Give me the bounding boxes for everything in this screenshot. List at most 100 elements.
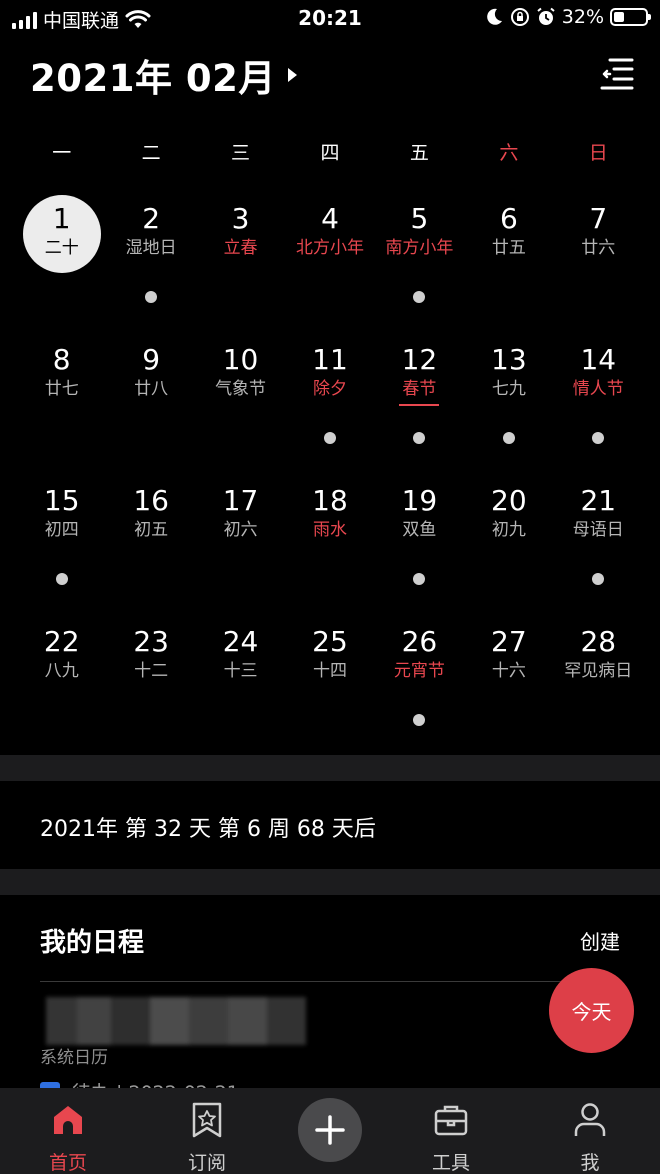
event-dot (413, 432, 426, 444)
day-cell[interactable]: 24 十三 (196, 613, 285, 754)
day-cell[interactable]: 14 情人节 (554, 331, 643, 472)
home-icon (54, 1106, 82, 1134)
day-number: 26 (401, 625, 438, 658)
lunar-label: 初五 (134, 520, 169, 540)
day-number: 23 (133, 625, 169, 658)
day-cell[interactable]: 26 元宵节 (375, 613, 464, 754)
battery-fill (614, 12, 624, 22)
rotation-lock-icon (510, 8, 529, 26)
day-number: 20 (491, 484, 527, 517)
plus-icon (315, 1115, 345, 1145)
day-cell[interactable]: 8 廿七 (17, 331, 106, 472)
event-dot (592, 432, 605, 444)
day-number: 17 (222, 484, 259, 517)
day-cell[interactable]: 7 廿六 (554, 190, 643, 331)
day-cell[interactable]: 17 初六 (196, 472, 285, 613)
day-cell[interactable]: 2 湿地日 (106, 190, 195, 331)
tab-home[interactable]: 首页 (8, 1088, 128, 1174)
day-number: 10 (222, 343, 259, 376)
tab-tools[interactable]: 工具 (391, 1088, 511, 1174)
tab-me[interactable]: 我 (530, 1088, 650, 1174)
day-cell[interactable]: 5 南方小年 (375, 190, 464, 331)
day-number: 13 (491, 343, 527, 376)
day-cell[interactable]: 22 八九 (17, 613, 106, 754)
day-cell[interactable]: 4 北方小年 (285, 190, 374, 331)
day-number: 22 (43, 625, 80, 658)
moon-icon (486, 8, 502, 25)
create-button[interactable]: 创建 (580, 926, 620, 955)
add-button[interactable] (298, 1098, 362, 1162)
day-number: 4 (321, 202, 339, 235)
weekday-label: 一 (52, 142, 72, 164)
day-number: 6 (499, 202, 518, 235)
day-number: 12 (401, 343, 438, 376)
day-cell[interactable]: 13 七九 (464, 331, 553, 472)
today-button[interactable]: 今天 (549, 968, 634, 1053)
day-cell[interactable]: 21 母语日 (554, 472, 643, 613)
lunar-label: 初六 (223, 520, 258, 540)
day-cell[interactable]: 12 春节 (375, 331, 464, 472)
calendar-grid: 1 二十 2 湿地日 3 立春 4 北方小年 5 南方小年 6 廿五 7 廿六 8 廿七 9 廿八 10 气象节 11 除… (17, 190, 643, 754)
lunar-label: 南方小年 (385, 238, 454, 258)
day-cell[interactable]: 19 双鱼 (375, 472, 464, 613)
lunar-label: 元宵节 (393, 661, 445, 681)
lunar-label: 双鱼 (402, 520, 437, 540)
day-info: 2021年 第 32 天 第 6 周 68 天后 (40, 817, 376, 842)
blurred-event-title[interactable] (46, 997, 306, 1045)
event-dot (323, 432, 336, 444)
event-dot (55, 573, 68, 585)
day-cell[interactable]: 9 廿八 (106, 331, 195, 472)
day-cell[interactable]: 16 初五 (106, 472, 195, 613)
calendar-source: 系统日历 (40, 1048, 108, 1068)
lunar-label: 十六 (491, 661, 526, 681)
alarm-icon (537, 7, 555, 25)
day-number: 24 (222, 625, 259, 658)
weekday-label: 四 (320, 142, 340, 164)
weekday-label: 五 (409, 142, 429, 164)
day-cell[interactable]: 10 气象节 (196, 331, 285, 472)
tab-label: 首页 (48, 1152, 87, 1174)
day-cell[interactable]: 23 十二 (106, 613, 195, 754)
weekday-header: 一二三四五六日 (17, 138, 643, 165)
lunar-label: 十四 (312, 661, 347, 681)
triangle-right-icon[interactable] (287, 68, 297, 82)
lunar-label: 除夕 (312, 379, 347, 399)
lunar-label: 十三 (223, 661, 258, 681)
day-number: 11 (312, 343, 348, 376)
tab-subscribe[interactable]: 订阅 (147, 1088, 267, 1174)
event-dot (413, 291, 426, 303)
day-number: 18 (312, 484, 348, 517)
day-number: 21 (580, 484, 617, 517)
day-cell[interactable]: 1 二十 (17, 190, 106, 331)
lunar-label: 八九 (44, 661, 79, 681)
schedule-divider (40, 981, 620, 982)
day-number: 5 (410, 202, 429, 235)
day-number: 19 (401, 484, 438, 517)
menu-collapse-icon[interactable] (600, 56, 634, 92)
lunar-label: 母语日 (572, 520, 624, 540)
day-number: 28 (580, 625, 617, 658)
day-cell[interactable]: 6 廿五 (464, 190, 553, 331)
battery-icon (610, 8, 651, 26)
lunar-label: 七九 (491, 379, 526, 399)
day-cell[interactable]: 27 十六 (464, 613, 553, 754)
event-dot (145, 291, 158, 303)
person-icon (574, 1103, 606, 1136)
weekday-label: 三 (231, 142, 251, 164)
section-divider (0, 755, 660, 781)
day-cell[interactable]: 3 立春 (196, 190, 285, 331)
month-title[interactable]: 2021年 02月 (30, 48, 276, 102)
day-cell[interactable]: 20 初九 (464, 472, 553, 613)
weekday-label: 日 (588, 142, 608, 164)
day-number: 1 (52, 202, 71, 235)
day-cell[interactable]: 11 除夕 (285, 331, 374, 472)
day-cell[interactable]: 18 雨水 (285, 472, 374, 613)
day-cell[interactable]: 25 十四 (285, 613, 374, 754)
lunar-label: 廿七 (44, 379, 79, 399)
lunar-label: 情人节 (572, 379, 624, 399)
day-cell[interactable]: 28 罕见病日 (554, 613, 643, 754)
lunar-label: 气象节 (215, 379, 267, 399)
lunar-label: 北方小年 (295, 238, 364, 258)
weekday-label: 六 (499, 142, 519, 164)
day-cell[interactable]: 15 初四 (17, 472, 106, 613)
